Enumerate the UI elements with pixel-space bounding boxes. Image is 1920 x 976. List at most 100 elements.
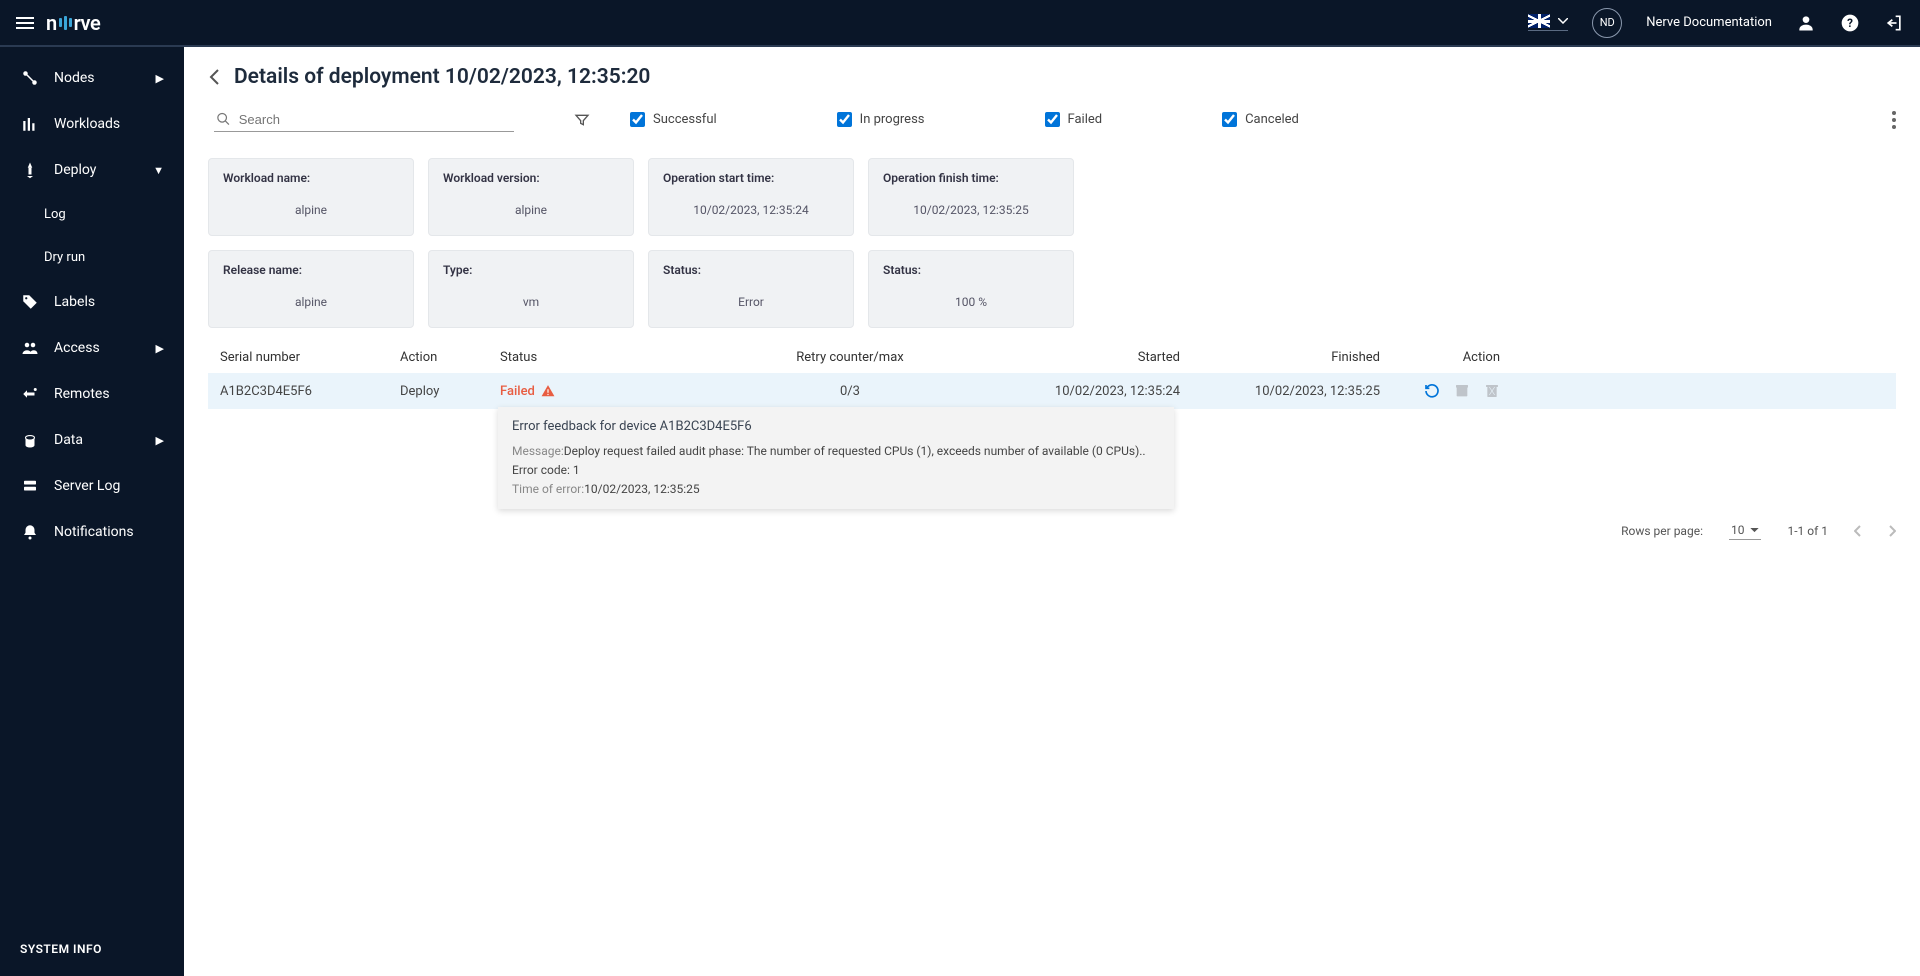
th-finished: Finished (1180, 350, 1380, 365)
data-icon (20, 431, 40, 449)
filter-successful[interactable]: Successful (630, 112, 717, 127)
access-icon (20, 339, 40, 357)
nerve-logo: nrve (46, 11, 100, 35)
sidebar-item-log[interactable]: Log (0, 193, 184, 236)
info-card-value: alpine (443, 203, 619, 217)
info-card: Status:100 % (868, 250, 1074, 328)
remotes-icon (20, 385, 40, 403)
sidebar-item-remotes[interactable]: Remotes (0, 371, 184, 417)
info-card-label: Operation finish time: (883, 171, 1059, 185)
sidebar-item-label: Server Log (54, 478, 120, 494)
logout-icon[interactable] (1884, 13, 1904, 33)
serverlog-icon (20, 477, 40, 495)
back-button[interactable] (208, 68, 222, 86)
warning-icon (541, 384, 555, 398)
info-card-label: Operation start time: (663, 171, 839, 185)
search-input[interactable] (239, 112, 512, 127)
nodes-icon (20, 69, 40, 87)
checkbox-canceled[interactable] (1222, 112, 1237, 127)
sidebar-item-label: Notifications (54, 524, 134, 540)
more-menu-icon[interactable] (1892, 111, 1896, 129)
info-card-label: Status: (663, 263, 839, 277)
info-card-label: Type: (443, 263, 619, 277)
sidebar-item-nodes[interactable]: Nodes ▶ (0, 55, 184, 101)
cell-action: Deploy (400, 384, 500, 399)
sidebar-item-label: Access (54, 340, 100, 356)
archive-action-icon[interactable] (1454, 383, 1470, 399)
pagination-range: 1-1 of 1 (1787, 524, 1828, 538)
sidebar-item-label: Log (44, 207, 66, 222)
help-icon[interactable]: ? (1840, 13, 1860, 33)
search-input-wrap[interactable] (214, 107, 514, 132)
checkbox-successful[interactable] (630, 112, 645, 127)
info-card: Operation finish time: 10/02/2023, 12:35:… (868, 158, 1074, 236)
sidebar-item-label: Labels (54, 294, 95, 310)
sidebar-item-deploy[interactable]: Deploy ▼ (0, 147, 184, 193)
filter-in-progress[interactable]: In progress (837, 112, 925, 127)
filter-failed[interactable]: Failed (1045, 112, 1103, 127)
table-header-row: Serial number Action Status Retry counte… (208, 342, 1896, 373)
sidebar-item-label: Deploy (54, 162, 96, 178)
search-icon (216, 111, 231, 127)
sidebar-item-label: Dry run (44, 250, 85, 265)
sidebar-item-label: Data (54, 432, 83, 448)
th-serial: Serial number (220, 350, 400, 365)
info-card: Type:vm (428, 250, 634, 328)
chevron-down-icon (1558, 18, 1568, 24)
uk-flag-icon (1528, 14, 1550, 28)
cell-status: Failed (500, 384, 740, 399)
sidebar-item-data[interactable]: Data ▶ (0, 417, 184, 463)
user-avatar[interactable]: ND (1592, 8, 1622, 38)
username-label: Nerve Documentation (1646, 15, 1772, 30)
filter-icon[interactable] (574, 112, 590, 128)
cell-serial: A1B2C3D4E5F6 (220, 384, 400, 399)
error-feedback-tooltip: Error feedback for device A1B2C3D4E5F6 M… (498, 407, 1174, 509)
prev-page-button[interactable] (1854, 525, 1862, 537)
rows-per-page-select[interactable]: 10 (1729, 521, 1762, 540)
chevron-right-icon: ▶ (156, 434, 164, 447)
sidebar-item-dry-run[interactable]: Dry run (0, 236, 184, 279)
sidebar-item-labels[interactable]: Labels (0, 279, 184, 325)
sidebar-item-workloads[interactable]: Workloads (0, 101, 184, 147)
sidebar-item-access[interactable]: Access ▶ (0, 325, 184, 371)
sidebar-item-label: Remotes (54, 386, 110, 402)
info-card: Workload version: alpine (428, 158, 634, 236)
deploy-icon (20, 161, 40, 179)
retry-action-icon[interactable] (1424, 383, 1440, 399)
rows-per-page-label: Rows per page: (1621, 524, 1703, 538)
workloads-icon (20, 115, 40, 133)
bell-icon (20, 523, 40, 541)
hamburger-menu-button[interactable] (16, 17, 34, 29)
checkbox-failed[interactable] (1045, 112, 1060, 127)
info-card: Status:Error (648, 250, 854, 328)
info-card-value: 100 % (883, 295, 1059, 309)
info-card-value: alpine (223, 295, 399, 309)
info-card-label: Workload name: (223, 171, 399, 185)
profile-icon[interactable] (1796, 13, 1816, 33)
info-card-label: Workload version: (443, 171, 619, 185)
info-card: Operation start time:10/02/2023, 12:35:2… (648, 158, 854, 236)
system-info-link[interactable]: SYSTEM INFO (0, 922, 184, 976)
th-action2: Action (1380, 350, 1500, 365)
language-selector[interactable] (1528, 14, 1568, 31)
checkbox-in-progress[interactable] (837, 112, 852, 127)
sidebar-item-server-log[interactable]: Server Log (0, 463, 184, 509)
info-card-label: Release name: (223, 263, 399, 277)
delete-action-icon[interactable] (1484, 383, 1500, 399)
svg-text:?: ? (1847, 16, 1853, 30)
filter-canceled[interactable]: Canceled (1222, 112, 1299, 127)
labels-icon (20, 293, 40, 311)
table-row[interactable]: A1B2C3D4E5F6 Deploy Failed 0/3 10/02/202… (208, 373, 1896, 409)
cell-finished: 10/02/2023, 12:35:25 (1180, 384, 1380, 399)
tooltip-title: Error feedback for device A1B2C3D4E5F6 (512, 417, 1160, 438)
info-card: Workload name: alpine (208, 158, 414, 236)
next-page-button[interactable] (1888, 525, 1896, 537)
info-card: Release name: alpine (208, 250, 414, 328)
sidebar: Nodes ▶ Workloads Deploy ▼ Log Dry run L… (0, 47, 184, 976)
chevron-down-icon (1750, 528, 1759, 533)
info-card-value: 10/02/2023, 12:35:25 (883, 203, 1059, 217)
chevron-right-icon: ▶ (156, 72, 164, 85)
sidebar-item-notifications[interactable]: Notifications (0, 509, 184, 555)
info-card-value: alpine (223, 203, 399, 217)
th-started: Started (960, 350, 1180, 365)
